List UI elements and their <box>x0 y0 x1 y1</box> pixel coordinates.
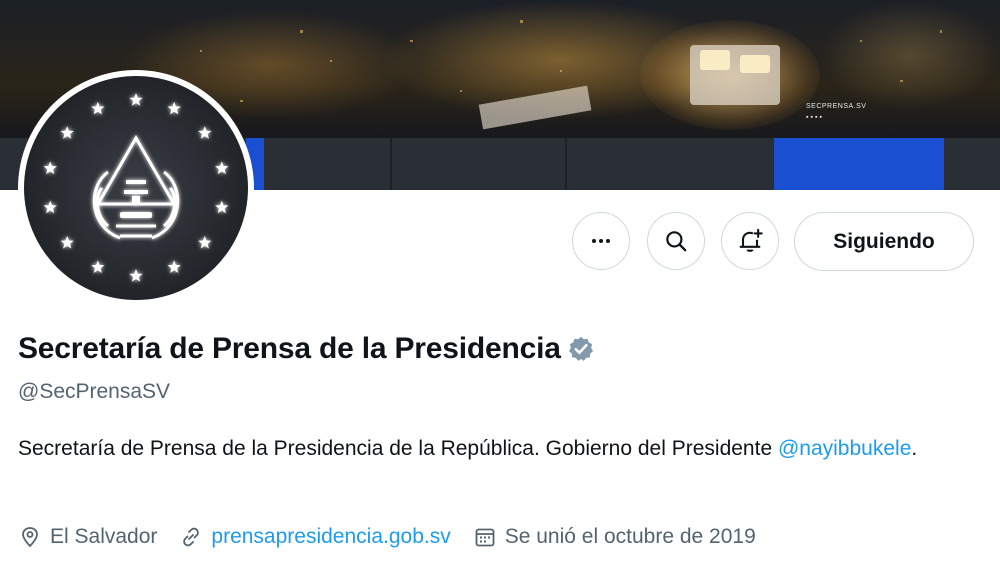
coat-of-arms-icon <box>43 93 229 282</box>
star-icon <box>215 161 229 175</box>
star-icon <box>60 126 74 139</box>
profile-bio: Secretaría de Prensa de la Presidencia d… <box>18 433 978 465</box>
star-icon <box>43 200 57 214</box>
notifications-button[interactable] <box>721 212 779 270</box>
search-icon <box>666 231 687 252</box>
following-button[interactable]: Siguiendo <box>794 212 974 271</box>
banner-accent-segment <box>774 138 944 190</box>
banner-logo-icons: ▪▪▪▪ <box>806 114 824 121</box>
star-icon <box>167 101 181 115</box>
bio-suffix: . <box>911 437 918 460</box>
profile-avatar[interactable] <box>18 70 254 306</box>
star-icon <box>91 260 105 273</box>
bio-text: Secretaría de Prensa de la Presidencia d… <box>18 437 778 460</box>
banner-divider <box>390 138 392 190</box>
star-icon <box>198 126 212 139</box>
profile-name-row: Secretaría de Prensa de la Presidencia <box>18 332 595 366</box>
website-link[interactable]: prensapresidencia.gob.sv <box>211 525 450 549</box>
verified-badge-icon[interactable] <box>567 335 595 363</box>
joined-text: Se unió el octubre de 2019 <box>504 525 756 548</box>
location-pin-icon <box>22 527 38 548</box>
star-icon <box>60 235 74 249</box>
profile-display-name: Secretaría de Prensa de la Presidencia <box>18 332 561 365</box>
star-icon <box>91 101 105 115</box>
banner-logo-text: SECPRENSA.SV <box>806 103 867 110</box>
location-item: El Salvador <box>18 525 157 549</box>
bio-mention-link[interactable]: @nayibbukele <box>778 437 911 460</box>
star-icon <box>198 235 212 249</box>
star-icon <box>129 93 143 106</box>
joined-item: Se unió el octubre de 2019 <box>473 525 756 549</box>
star-icon <box>167 260 181 273</box>
location-text: El Salvador <box>50 525 158 548</box>
star-icon <box>43 161 57 175</box>
banner-divider <box>565 138 567 190</box>
calendar-icon <box>475 528 495 547</box>
search-button[interactable] <box>647 212 705 270</box>
more-button[interactable] <box>572 212 630 270</box>
profile-handle: @SecPrensaSV <box>18 380 171 403</box>
avatar-image <box>24 76 248 300</box>
star-icon <box>215 200 229 214</box>
bell-plus-icon <box>739 228 763 252</box>
profile-meta: El Salvador prensapresidencia.gob.sv Se … <box>18 520 778 554</box>
website-item: prensapresidencia.gob.sv <box>179 525 451 549</box>
more-icon <box>592 239 610 243</box>
star-icon <box>129 269 143 282</box>
link-icon <box>183 527 200 547</box>
